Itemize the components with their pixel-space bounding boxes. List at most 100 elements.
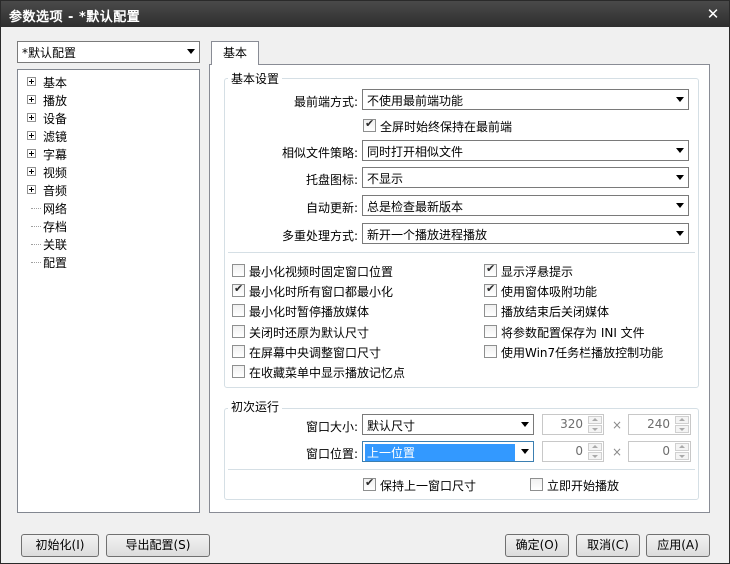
- play-immediately-label: 立即开始播放: [547, 479, 620, 493]
- window-size-select[interactable]: 默认尺寸: [362, 414, 534, 435]
- checkbox-box: [232, 324, 245, 338]
- spin-up-icon[interactable]: [588, 416, 602, 424]
- expand-plus-icon[interactable]: [27, 185, 36, 194]
- auto-update-label: 自动更新:: [305, 201, 358, 215]
- window-title: 参数选项 - *默认配置: [9, 10, 141, 25]
- spin-down-icon[interactable]: [675, 452, 689, 460]
- tree-item[interactable]: 存档: [18, 217, 198, 235]
- checkbox-box: [363, 117, 376, 132]
- chevron-down-icon: [676, 175, 684, 180]
- first-run-title: 初次运行: [228, 398, 283, 415]
- checkbox-box: [232, 282, 245, 298]
- option-checkbox-label: 播放结束后关闭媒体: [501, 305, 610, 320]
- chevron-down-icon: [187, 49, 195, 54]
- checkbox-box: [484, 344, 497, 358]
- option-checkbox-label: 显示浮悬提示: [501, 265, 574, 279]
- apply-button[interactable]: 应用(A): [646, 534, 710, 557]
- tray-icon-select-value: 不显示: [367, 172, 404, 186]
- tree-item[interactable]: 播放: [18, 91, 198, 109]
- expand-plus-icon[interactable]: [27, 131, 36, 140]
- window-y-value: 0: [662, 444, 670, 458]
- init-button[interactable]: 初始化(I): [21, 534, 99, 557]
- tree-item[interactable]: 基本: [18, 73, 198, 91]
- window-height-value: 240: [647, 417, 670, 431]
- topmost-label: 最前端方式:: [293, 95, 358, 109]
- similar-files-select-value: 同时打开相似文件: [367, 145, 464, 159]
- option-checkbox-label: 最小化时暂停播放媒体: [249, 305, 370, 320]
- window-position-label: 窗口位置:: [305, 447, 358, 461]
- tree-connector: [31, 226, 41, 227]
- tree-item-label: 基本: [43, 76, 68, 90]
- tree-item[interactable]: 设备: [18, 109, 198, 127]
- spin-up-icon[interactable]: [675, 416, 689, 424]
- checkbox-box: [232, 264, 245, 277]
- spin-down-icon[interactable]: [588, 452, 602, 460]
- checkbox-box: [232, 304, 245, 318]
- auto-update-select[interactable]: 总是检查最新版本: [362, 195, 689, 216]
- tree-item-label: 设备: [43, 112, 68, 126]
- tree-connector: [31, 262, 41, 263]
- profile-select[interactable]: *默认配置: [17, 41, 200, 63]
- expand-plus-icon[interactable]: [27, 95, 36, 104]
- basic-settings-title: 基本设置: [228, 70, 283, 87]
- tab-page-basic: 基本设置 最前端方式: 不使用最前端功能 全屏时始终保持在最前端 相似文件策略:…: [209, 64, 710, 513]
- window-size-select-value: 默认尺寸: [367, 419, 416, 433]
- tree-item[interactable]: 音频: [18, 181, 198, 199]
- window-y-spinner[interactable]: 0: [628, 441, 691, 462]
- window-height-spinner[interactable]: 240: [628, 414, 691, 435]
- cancel-button[interactable]: 取消(C): [576, 534, 640, 557]
- tree-item-label: 字幕: [43, 148, 68, 162]
- expand-plus-icon[interactable]: [27, 77, 36, 86]
- tree-item-label: 播放: [43, 94, 68, 108]
- export-config-button[interactable]: 导出配置(S): [106, 534, 210, 557]
- multi-process-select-value: 新开一个播放进程播放: [367, 228, 488, 242]
- tree-item[interactable]: 字幕: [18, 145, 198, 163]
- option-checkbox-label: 在屏幕中央调整窗口尺寸: [249, 345, 382, 360]
- option-checkbox-label: 在收藏菜单中显示播放记忆点: [249, 366, 406, 380]
- multi-process-label: 多重处理方式:: [281, 229, 358, 243]
- expand-plus-icon[interactable]: [27, 149, 36, 158]
- divider: [228, 469, 695, 470]
- chevron-down-icon: [676, 203, 684, 208]
- ok-button[interactable]: 确定(O): [505, 534, 569, 557]
- profile-select-value: *默认配置: [22, 46, 77, 60]
- option-checkbox-label: 最小化视频时固定窗口位置: [249, 265, 394, 279]
- window-x-spinner[interactable]: 0: [542, 441, 604, 462]
- tray-icon-select[interactable]: 不显示: [362, 167, 689, 188]
- window-size-label: 窗口大小:: [305, 420, 358, 434]
- topmost-select-value: 不使用最前端功能: [367, 94, 464, 108]
- checkbox-box: [484, 324, 497, 338]
- tree-item[interactable]: 配置: [18, 253, 198, 271]
- spin-down-icon[interactable]: [588, 425, 602, 433]
- tree-item[interactable]: 滤镜: [18, 127, 198, 145]
- checkbox-box: [484, 282, 497, 298]
- keep-last-size-label: 保持上一窗口尺寸: [380, 479, 477, 493]
- tree-item-label: 存档: [43, 220, 68, 234]
- tree-item[interactable]: 视频: [18, 163, 198, 181]
- tree-item[interactable]: 网络: [18, 199, 198, 217]
- chevron-down-icon: [676, 148, 684, 153]
- window-width-value: 320: [560, 417, 583, 431]
- tree-item-label: 网络: [43, 202, 68, 216]
- similar-files-label: 相似文件策略:: [281, 146, 358, 160]
- window-position-select[interactable]: 上一位置: [362, 441, 534, 462]
- auto-update-select-value: 总是检查最新版本: [367, 200, 464, 214]
- chevron-down-icon: [521, 422, 529, 427]
- topmost-select[interactable]: 不使用最前端功能: [362, 89, 689, 110]
- expand-plus-icon[interactable]: [27, 167, 36, 176]
- checkbox-box: [484, 304, 497, 318]
- chevron-down-icon: [676, 231, 684, 236]
- close-icon[interactable]: ✕: [703, 4, 723, 24]
- checkbox-box: [530, 478, 543, 491]
- tree-item[interactable]: 关联: [18, 235, 198, 253]
- expand-plus-icon[interactable]: [27, 113, 36, 122]
- window-width-spinner[interactable]: 320: [542, 414, 604, 435]
- spin-down-icon[interactable]: [675, 425, 689, 433]
- spin-up-icon[interactable]: [588, 443, 602, 451]
- similar-files-select[interactable]: 同时打开相似文件: [362, 140, 689, 161]
- spin-up-icon[interactable]: [675, 443, 689, 451]
- multi-process-select[interactable]: 新开一个播放进程播放: [362, 223, 689, 244]
- divider: [228, 252, 695, 253]
- tab-basic[interactable]: 基本: [211, 41, 259, 65]
- tree-connector: [31, 208, 41, 209]
